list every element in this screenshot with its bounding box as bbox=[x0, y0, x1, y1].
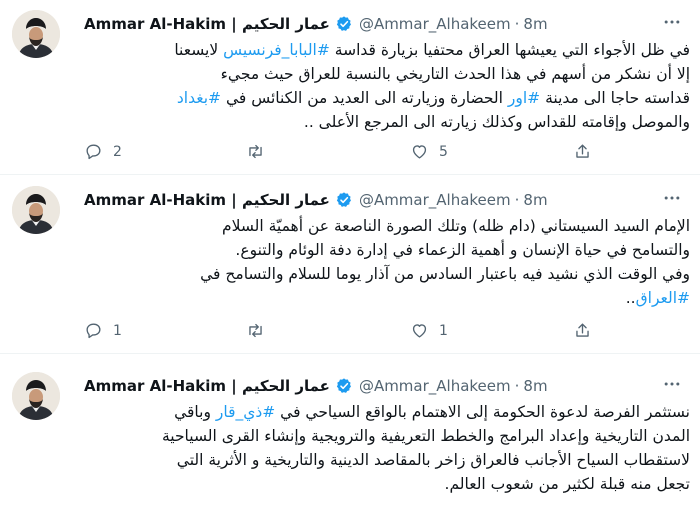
reply-icon bbox=[84, 142, 103, 161]
separator-dot: · bbox=[514, 15, 520, 33]
tweet[interactable]: Ammar Al-Hakim | عمار الحكيم @Ammar_Alha… bbox=[0, 362, 700, 529]
text-segment: لايسعنا bbox=[174, 41, 224, 59]
share-button[interactable] bbox=[573, 142, 592, 161]
retweet-icon bbox=[246, 142, 265, 161]
share-icon bbox=[573, 321, 592, 340]
separator-dot: · bbox=[514, 191, 520, 209]
like-button[interactable]: 1 bbox=[410, 321, 448, 340]
tweet-text-line: في ظل الأجواء التي يعيشها العراق محتفيا … bbox=[84, 38, 690, 62]
text-segment: قداسته حاجا الى مدينة bbox=[540, 89, 690, 107]
avatar[interactable] bbox=[12, 186, 60, 234]
text-segment: وفي الوقت الذي نشيد فيه باعتبار السادس م… bbox=[200, 265, 690, 283]
hashtag-link[interactable]: #ذي_قار bbox=[216, 403, 275, 421]
tweet-text-line: وفي الوقت الذي نشيد فيه باعتبار السادس م… bbox=[84, 262, 690, 286]
hashtag-link[interactable]: #البابا_فرنسيس bbox=[223, 41, 330, 59]
text-segment: نستثمر الفرصة لدعوة الحكومة إلى الاهتمام… bbox=[275, 403, 690, 421]
tweet-text-line: #العراق.. bbox=[84, 286, 690, 310]
tweet-text-line: المدن التاريخية وإعداد البرامج والخطط ال… bbox=[84, 424, 690, 448]
like-count: 1 bbox=[439, 322, 448, 339]
like-button[interactable]: 5 bbox=[410, 142, 448, 161]
tweet-text-line: لاستقطاب السياح الأجانب فالعراق زاخر بال… bbox=[84, 448, 690, 472]
more-icon[interactable] bbox=[662, 188, 682, 212]
tweet[interactable]: Ammar Al-Hakim | عمار الحكيم @Ammar_Alha… bbox=[0, 176, 700, 354]
tweet-text: نستثمر الفرصة لدعوة الحكومة إلى الاهتمام… bbox=[84, 400, 690, 496]
avatar[interactable] bbox=[12, 372, 60, 420]
tweet-text-line: إلا أن نشكر من أسهم في هذا الحدث التاريخ… bbox=[84, 62, 690, 86]
hashtag-link[interactable]: #بغداد bbox=[177, 89, 221, 107]
tweet-text-line: نستثمر الفرصة لدعوة الحكومة إلى الاهتمام… bbox=[84, 400, 690, 424]
text-segment: .. bbox=[625, 289, 636, 307]
retweet-button[interactable] bbox=[246, 321, 275, 340]
text-segment: لاستقطاب السياح الأجانب فالعراق زاخر بال… bbox=[176, 451, 690, 469]
tweet-feed: Ammar Al-Hakim | عمار الحكيم @Ammar_Alha… bbox=[0, 0, 700, 529]
reply-count: 1 bbox=[113, 322, 122, 339]
tweet-text-line: تجعل منه قبلة لكثير من شعوب العالم. bbox=[84, 472, 690, 496]
reply-count: 2 bbox=[113, 143, 122, 160]
tweet-text: الإمام السيد السيستاني (دام ظله) وتلك ال… bbox=[84, 214, 690, 310]
verified-badge-icon bbox=[335, 377, 353, 395]
timestamp[interactable]: 8m bbox=[523, 15, 547, 33]
reply-icon bbox=[84, 321, 103, 340]
more-icon[interactable] bbox=[662, 12, 682, 36]
retweet-icon bbox=[246, 321, 265, 340]
author-handle[interactable]: @Ammar_Alhakeem bbox=[359, 15, 511, 33]
like-icon bbox=[410, 321, 429, 340]
text-segment: الحضارة وزيارته الى العديد من الكنائس في bbox=[221, 89, 508, 107]
text-segment: المدن التاريخية وإعداد البرامج والخطط ال… bbox=[161, 427, 690, 445]
hashtag-link[interactable]: #العراق bbox=[636, 289, 690, 307]
author-name[interactable]: Ammar Al-Hakim | عمار الحكيم bbox=[84, 191, 330, 209]
author-name[interactable]: Ammar Al-Hakim | عمار الحكيم bbox=[84, 15, 330, 33]
author-name[interactable]: Ammar Al-Hakim | عمار الحكيم bbox=[84, 377, 330, 395]
tweet-header: Ammar Al-Hakim | عمار الحكيم @Ammar_Alha… bbox=[84, 14, 548, 34]
text-segment: إلا أن نشكر من أسهم في هذا الحدث التاريخ… bbox=[220, 65, 690, 83]
hashtag-link[interactable]: #اور bbox=[508, 89, 540, 107]
avatar[interactable] bbox=[12, 10, 60, 58]
text-segment: الإمام السيد السيستاني (دام ظله) وتلك ال… bbox=[221, 217, 690, 235]
text-segment: والتسامح في حياة الإنسان و أهمية الزعماء… bbox=[235, 241, 690, 259]
tweet-actions: 2 5 bbox=[84, 142, 589, 162]
tweet[interactable]: Ammar Al-Hakim | عمار الحكيم @Ammar_Alha… bbox=[0, 0, 700, 175]
like-count: 5 bbox=[439, 143, 448, 160]
more-icon[interactable] bbox=[662, 374, 682, 398]
share-icon bbox=[573, 142, 592, 161]
tweet-header: Ammar Al-Hakim | عمار الحكيم @Ammar_Alha… bbox=[84, 376, 548, 396]
text-segment: والموصل وإقامته للقداس وكذلك زيارته الى … bbox=[303, 113, 690, 131]
tweet-text-line: والموصل وإقامته للقداس وكذلك زيارته الى … bbox=[84, 110, 690, 134]
text-segment: تجعل منه قبلة لكثير من شعوب العالم. bbox=[444, 475, 690, 493]
timestamp[interactable]: 8m bbox=[523, 191, 547, 209]
text-segment: وباقي bbox=[174, 403, 216, 421]
timestamp[interactable]: 8m bbox=[523, 377, 547, 395]
author-handle[interactable]: @Ammar_Alhakeem bbox=[359, 377, 511, 395]
tweet-text: في ظل الأجواء التي يعيشها العراق محتفيا … bbox=[84, 38, 690, 134]
reply-button[interactable]: 2 bbox=[84, 142, 122, 161]
tweet-header: Ammar Al-Hakim | عمار الحكيم @Ammar_Alha… bbox=[84, 190, 548, 210]
reply-button[interactable]: 1 bbox=[84, 321, 122, 340]
verified-badge-icon bbox=[335, 191, 353, 209]
verified-badge-icon bbox=[335, 15, 353, 33]
share-button[interactable] bbox=[573, 321, 592, 340]
tweet-text-line: الإمام السيد السيستاني (دام ظله) وتلك ال… bbox=[84, 214, 690, 238]
like-icon bbox=[410, 142, 429, 161]
retweet-button[interactable] bbox=[246, 142, 275, 161]
separator-dot: · bbox=[514, 377, 520, 395]
tweet-actions: 1 1 bbox=[84, 321, 589, 341]
text-segment: في ظل الأجواء التي يعيشها العراق محتفيا … bbox=[329, 41, 690, 59]
author-handle[interactable]: @Ammar_Alhakeem bbox=[359, 191, 511, 209]
tweet-text-line: والتسامح في حياة الإنسان و أهمية الزعماء… bbox=[84, 238, 690, 262]
tweet-text-line: قداسته حاجا الى مدينة #اور الحضارة وزيار… bbox=[84, 86, 690, 110]
